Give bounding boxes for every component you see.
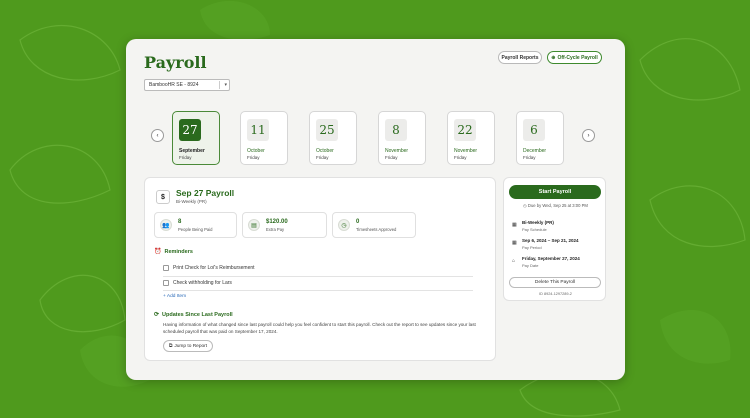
date-number: 22 [454,119,476,141]
stat-label: People Being Paid [178,227,213,232]
pay-date-card[interactable]: 27 September Friday [172,111,220,165]
chevron-right-icon: › [587,132,590,139]
date-month: October [316,148,334,154]
payroll-summary-card: Start Payroll ◷ Due by Wed, Sep 25 at 3:… [503,177,606,301]
off-cycle-label: Off-Cycle Payroll [557,54,598,61]
clock-icon: ◷ [338,219,350,231]
pay-date-card[interactable]: 25 October Friday [309,111,357,165]
pay-period-label: Pay Period [522,245,542,250]
date-number: 8 [385,119,407,141]
date-number: 27 [179,119,201,141]
jump-label: Jump to Report [174,343,208,349]
updates-heading-text: Updates Since Last Payroll [162,311,233,318]
pay-period-value: Sep 6, 2024 – Sep 21, 2024 [522,238,579,243]
payroll-detail-card: $ Sep 27 Payroll Bi-Weekly (PR) 👥 8 Peop… [144,177,496,361]
date-number: 6 [523,119,545,141]
date-weekday: Friday [523,155,536,160]
pay-schedule-row: ▦ Bi-Weekly (PR) Pay Schedule [512,220,604,236]
plus-circle-icon: ⊕ [551,54,556,61]
money-icon: ▤ [248,219,260,231]
pay-schedule-label: Pay Schedule [522,227,547,232]
bank-icon: ⌂ [512,258,516,264]
pay-date-row: ⌂ Friday, September 27, 2024 Pay Date [512,256,604,272]
off-cycle-payroll-button[interactable]: ⊕ Off-Cycle Payroll [547,51,602,64]
start-payroll-button[interactable]: Start Payroll [509,185,601,199]
stat-extra-pay: ▤ $120.00 Extra Pay [242,212,327,238]
stat-value: 0 [356,219,360,225]
reminder-text: Print Check for Loï's Reimbursement [173,265,255,271]
reminder-checkbox[interactable] [163,280,169,286]
company-select[interactable]: BambooHR SE - 8924 ▾ [144,79,230,91]
date-weekday: Friday [316,155,329,160]
date-month: December [523,148,547,154]
updates-heading: ⟳ Updates Since Last Payroll [154,311,233,319]
delete-payroll-button[interactable]: Delete This Payroll [509,277,601,288]
reminder-item[interactable]: Print Check for Loï's Reimbursement [163,262,473,274]
payroll-id: ID 8924-1297289-2 [539,292,572,296]
calendar-icon: ▦ [512,222,517,228]
date-number: 25 [316,119,338,141]
date-weekday: Friday [385,155,398,160]
select-divider [219,81,220,89]
payroll-title: Sep 27 Payroll [176,188,235,198]
pay-date-card[interactable]: 22 November Friday [447,111,495,165]
add-reminder-link[interactable]: + Add Item [163,294,186,299]
reminder-divider [163,290,473,291]
date-weekday: Friday [454,155,467,160]
pay-date-card[interactable]: 8 November Friday [378,111,426,165]
reminder-text: Check withholding for Lars [173,280,232,286]
refresh-icon: ⟳ [154,312,160,318]
reminder-item[interactable]: Check withholding for Lars [163,277,473,289]
stat-label: Timesheets Approved [356,227,397,232]
payroll-window: Payroll Payroll Reports ⊕ Off-Cycle Payr… [126,39,625,380]
chevron-left-icon: ‹ [156,132,159,139]
company-select-value: BambooHR SE - 8924 [149,82,199,88]
people-icon: 👥 [160,219,172,231]
calendar-range-icon: ▦ [512,240,517,246]
due-date: ◷ Due by Wed, Sep 25 at 3:00 PM [504,203,607,208]
pay-period-row: ▦ Sep 6, 2024 – Sep 21, 2024 Pay Period [512,238,604,254]
date-number: 11 [247,119,269,141]
stat-timesheets: ◷ 0 Timesheets Approved [332,212,416,238]
reminder-checkbox[interactable] [163,265,169,271]
pay-date-label: Pay Date [522,263,539,268]
reminders-heading-text: Reminders [164,248,193,255]
stat-value: $120.00 [266,219,288,225]
date-month: September [179,148,205,154]
date-month: November [385,148,409,154]
pay-date-value: Friday, September 27, 2024 [522,256,580,261]
stat-value: 8 [178,219,182,225]
page-title: Payroll [144,53,207,72]
pay-date-card[interactable]: 6 December Friday [516,111,564,165]
date-weekday: Friday [179,155,192,160]
stat-label: Extra Pay [266,227,285,232]
dollar-icon: $ [156,190,170,204]
chevron-down-icon: ▾ [224,82,227,88]
stat-people: 👥 8 People Being Paid [154,212,237,238]
prev-dates-button[interactable]: ‹ [151,129,164,142]
next-dates-button[interactable]: › [582,129,595,142]
external-link-icon: ⧉ [168,344,173,349]
jump-to-report-button[interactable]: ⧉ Jump to Report [163,340,213,352]
pay-date-card[interactable]: 11 October Friday [240,111,288,165]
date-month: October [247,148,265,154]
payroll-schedule: Bi-Weekly (PR) [176,199,207,204]
date-month: November [454,148,478,154]
due-text: Due by Wed, Sep 25 at 3:00 PM [527,203,588,208]
updates-description: Having information of what changed since… [163,322,476,334]
pay-schedule-value: Bi-Weekly (PR) [522,220,554,225]
payroll-reports-button[interactable]: Payroll Reports [498,51,542,64]
alarm-clock-icon: ⏰ [154,249,162,255]
reminders-heading: ⏰ Reminders [154,248,193,256]
date-weekday: Friday [247,155,260,160]
